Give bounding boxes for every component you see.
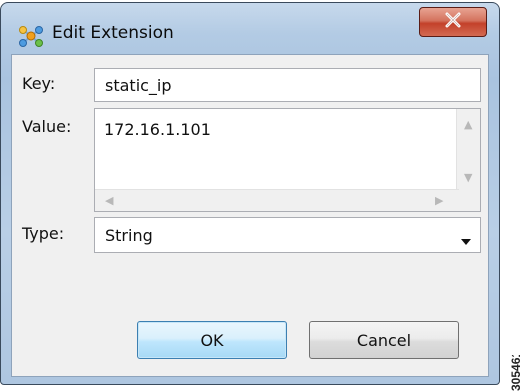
horizontal-scrollbar[interactable]: ◀ ▶ <box>95 189 459 211</box>
value-textarea[interactable]: 172.16.1.101 ▲ ▼ ◀ ▶ <box>94 108 481 212</box>
type-selected-value: String <box>105 226 153 245</box>
close-button[interactable] <box>419 7 487 37</box>
cancel-button[interactable]: Cancel <box>309 321 459 359</box>
scroll-up-icon[interactable]: ▲ <box>464 119 472 130</box>
dialog-content: Key: Value: 172.16.1.101 ▲ ▼ ◀ ▶ Type: S… <box>11 54 489 377</box>
edit-extension-dialog: Edit Extension Key: Value: 172.16.1.101 … <box>0 2 500 385</box>
scroll-right-icon[interactable]: ▶ <box>435 195 443 206</box>
chevron-down-icon[interactable] <box>460 231 472 250</box>
value-text: 172.16.1.101 <box>104 120 211 139</box>
value-label: Value: <box>22 117 72 136</box>
figure-id: 305461 <box>509 355 523 391</box>
close-icon <box>444 12 462 32</box>
type-dropdown[interactable]: String <box>94 217 481 253</box>
vertical-scrollbar[interactable]: ▲ ▼ <box>456 109 480 191</box>
scrollbar-corner <box>457 190 480 211</box>
type-label: Type: <box>22 224 65 243</box>
key-label: Key: <box>22 74 56 93</box>
window-title: Edit Extension <box>52 23 174 43</box>
scroll-left-icon[interactable]: ◀ <box>105 195 113 206</box>
ok-button[interactable]: OK <box>137 321 287 359</box>
scroll-down-icon[interactable]: ▼ <box>464 172 472 183</box>
key-input[interactable] <box>94 68 481 102</box>
extension-icon <box>18 23 44 49</box>
title-bar[interactable]: Edit Extension <box>1 3 499 59</box>
